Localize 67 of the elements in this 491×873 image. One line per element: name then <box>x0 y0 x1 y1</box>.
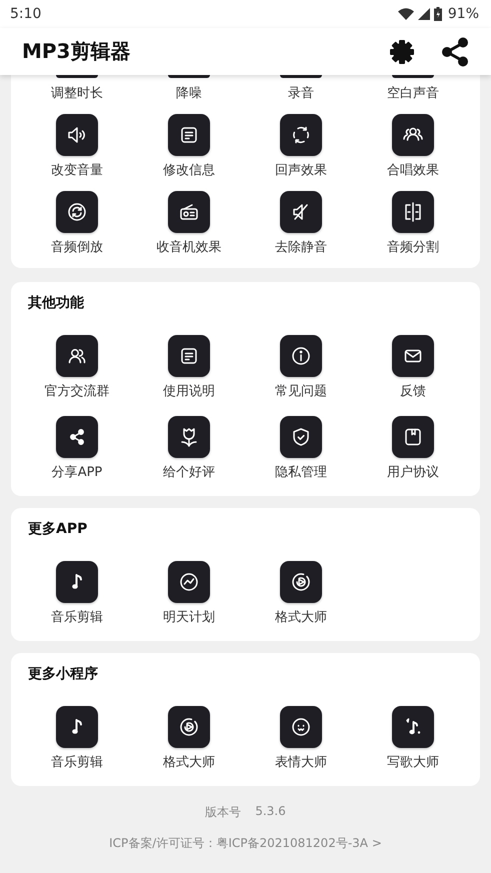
tool-label: 收音机效果 <box>156 240 222 256</box>
tool-tile[interactable] <box>56 191 98 233</box>
tool-label: 录音 <box>288 86 314 102</box>
tool-tile[interactable] <box>280 75 322 78</box>
tool-tile[interactable] <box>392 416 434 458</box>
battery-level: 91% <box>448 6 479 22</box>
version-number: 5.3.6 <box>255 804 286 820</box>
tool-tile[interactable] <box>280 114 322 156</box>
tool-label: 格式大师 <box>275 610 327 626</box>
tool-tile[interactable] <box>56 75 98 78</box>
tool-tile[interactable] <box>56 416 98 458</box>
tool-tile[interactable] <box>392 191 434 233</box>
wifi-icon <box>398 8 414 20</box>
tool-label: 回声效果 <box>275 163 327 179</box>
tool-label: 用户协议 <box>387 465 439 481</box>
tool-tile[interactable] <box>168 561 210 603</box>
tool-label: 去除静音 <box>275 240 327 256</box>
battery-icon <box>434 7 442 21</box>
tool-label: 音频分割 <box>387 240 439 256</box>
tool-label: 空白声音 <box>387 86 439 102</box>
tool-tile[interactable] <box>280 191 322 233</box>
tool-label: 隐私管理 <box>275 465 327 481</box>
tool-tile[interactable] <box>392 335 434 377</box>
tool-tile[interactable] <box>392 706 434 748</box>
tool-label: 明天计划 <box>163 610 215 626</box>
tool-tile[interactable] <box>168 191 210 233</box>
share-icon[interactable] <box>441 36 469 66</box>
app-title: MP3剪辑器 <box>22 38 132 65</box>
tool-tile[interactable] <box>168 75 210 78</box>
tool-tile[interactable] <box>168 416 210 458</box>
tool-tile[interactable] <box>280 416 322 458</box>
signal-icon <box>418 8 430 20</box>
tool-tile[interactable] <box>280 706 322 748</box>
tool-label: 使用说明 <box>163 384 215 400</box>
tool-label: 调整时长 <box>51 86 103 102</box>
tool-tile[interactable] <box>168 114 210 156</box>
tool-label: 降噪 <box>176 86 202 102</box>
tool-label: 音乐剪辑 <box>51 610 103 626</box>
tool-label: 格式大师 <box>163 755 215 771</box>
section-title: 更多小程序 <box>27 665 99 683</box>
tool-tile[interactable] <box>56 335 98 377</box>
tool-label: 官方交流群 <box>44 384 110 400</box>
tool-label: 给个好评 <box>163 465 215 481</box>
tool-tile[interactable] <box>280 561 322 603</box>
tool-tile[interactable] <box>56 114 98 156</box>
tool-label: 修改信息 <box>163 163 215 179</box>
tool-label: 常见问题 <box>275 384 327 400</box>
section-title: 更多APP <box>27 520 88 538</box>
tool-tile[interactable] <box>280 335 322 377</box>
tool-label: 合唱效果 <box>387 163 439 179</box>
version-label: 版本号 <box>205 804 242 821</box>
tool-tile[interactable] <box>392 75 434 78</box>
tool-tile[interactable] <box>168 706 210 748</box>
tool-tile[interactable] <box>392 114 434 156</box>
tool-tile[interactable] <box>56 706 98 748</box>
status-time: 5:10 <box>10 6 42 22</box>
section-title: 其他功能 <box>27 294 85 312</box>
tool-label: 反馈 <box>400 384 426 400</box>
tool-label: 表情大师 <box>275 755 327 771</box>
icp-link[interactable]: ICP备案/许可证号：粤ICP备2021081202号-3A > <box>109 835 382 852</box>
tool-label: 改变音量 <box>51 163 103 179</box>
tool-tile[interactable] <box>168 335 210 377</box>
tool-label: 写歌大师 <box>387 755 439 771</box>
tool-label: 音频倒放 <box>51 240 103 256</box>
tool-tile[interactable] <box>56 561 98 603</box>
tool-label: 分享APP <box>52 465 102 481</box>
tool-label: 音乐剪辑 <box>51 755 103 771</box>
